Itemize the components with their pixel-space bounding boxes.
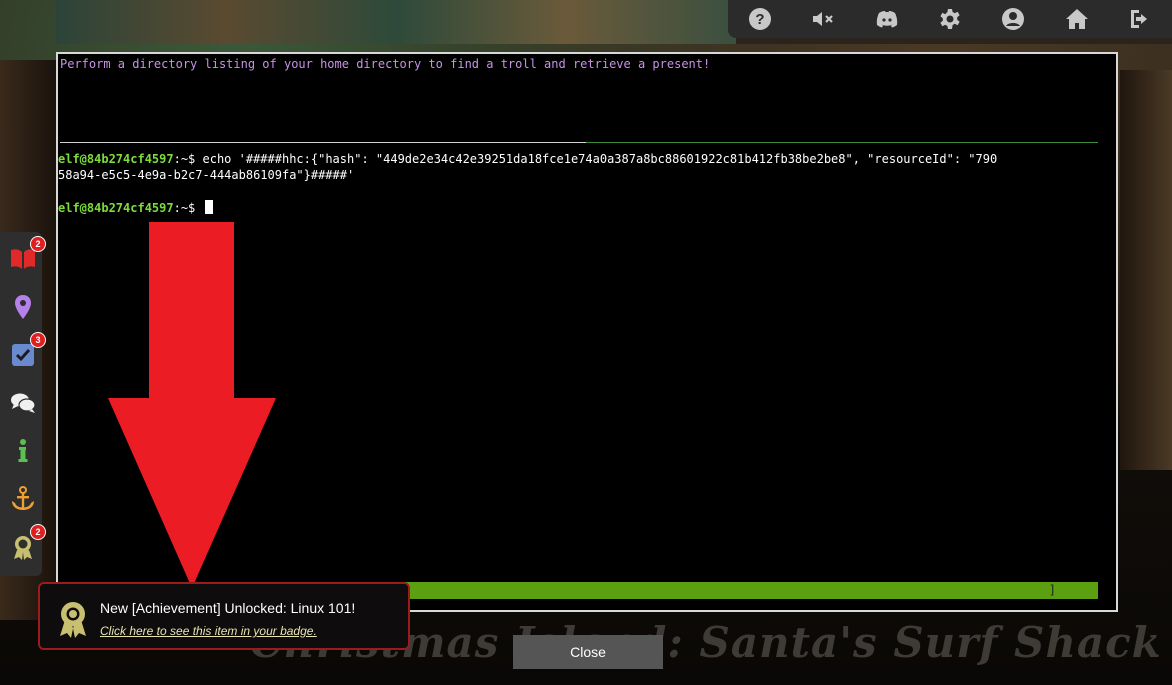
terminal-divider-green bbox=[586, 142, 1098, 143]
terminal-input-line[interactable]: elf@84b274cf4597:~$ bbox=[58, 200, 213, 216]
sidebar-item-map[interactable] bbox=[6, 290, 40, 324]
user-icon bbox=[1002, 8, 1025, 30]
terminal-command-wrap: 58a94-e5c5-4e9a-b2c7-444ab86109fa"}#####… bbox=[58, 168, 355, 182]
sidebar-item-book[interactable]: 2 bbox=[6, 236, 46, 276]
home-button[interactable] bbox=[1059, 3, 1095, 35]
sidebar-item-info[interactable] bbox=[6, 434, 40, 468]
close-button[interactable]: Close bbox=[513, 635, 663, 669]
prompt-suffix: :~$ bbox=[173, 152, 203, 166]
logout-icon bbox=[1131, 10, 1148, 28]
prompt-user: elf@84b274cf4597 bbox=[58, 201, 174, 215]
terminal-divider bbox=[60, 142, 586, 143]
background-right-wall bbox=[1120, 70, 1172, 470]
badge-count: 3 bbox=[30, 332, 46, 348]
badge-count: 2 bbox=[30, 524, 46, 540]
sidebar-item-achievements[interactable]: 2 bbox=[6, 524, 46, 564]
logout-button[interactable] bbox=[1122, 3, 1158, 35]
top-toolbar: ? bbox=[728, 0, 1172, 38]
achievement-medal-icon bbox=[60, 602, 86, 638]
sidebar-item-chat[interactable] bbox=[6, 386, 40, 420]
svg-text:?: ? bbox=[755, 11, 764, 28]
mute-icon bbox=[813, 12, 833, 26]
location-pin-icon bbox=[15, 295, 31, 319]
sidebar-item-objectives[interactable]: 3 bbox=[6, 332, 46, 372]
terminal-objective: Perform a directory listing of your home… bbox=[60, 57, 711, 71]
left-sidebar: 2 3 2 bbox=[0, 232, 46, 576]
prompt-suffix: :~$ bbox=[173, 201, 203, 215]
discord-icon bbox=[876, 11, 897, 28]
home-icon bbox=[1065, 9, 1088, 29]
anchor-icon bbox=[12, 486, 34, 510]
help-icon: ? bbox=[748, 8, 771, 30]
progress-bracket: ] bbox=[1048, 583, 1056, 597]
prompt-user: elf@84b274cf4597 bbox=[58, 152, 174, 166]
sidebar-item-anchor[interactable] bbox=[6, 482, 40, 516]
chat-icon bbox=[11, 393, 36, 413]
help-button[interactable]: ? bbox=[742, 3, 778, 35]
settings-button[interactable] bbox=[932, 3, 968, 35]
mute-button[interactable] bbox=[805, 3, 841, 35]
toast-title: New [Achievement] Unlocked: Linux 101! bbox=[100, 600, 356, 616]
discord-button[interactable] bbox=[869, 3, 905, 35]
terminal-cursor bbox=[204, 200, 213, 214]
badge-count: 2 bbox=[30, 236, 46, 252]
achievement-toast[interactable]: New [Achievement] Unlocked: Linux 101! C… bbox=[38, 582, 410, 650]
red-down-arrow bbox=[108, 222, 276, 588]
profile-button[interactable] bbox=[995, 3, 1031, 35]
command-text: echo '#####hhc:{"hash": "449de2e34c42e39… bbox=[202, 152, 998, 166]
terminal-command-line: elf@84b274cf4597:~$ echo '#####hhc:{"has… bbox=[58, 152, 997, 167]
info-icon bbox=[18, 439, 28, 462]
toast-badge-link[interactable]: Click here to see this item in your badg… bbox=[100, 624, 317, 638]
background-top-strip bbox=[56, 0, 736, 44]
gear-icon bbox=[940, 9, 960, 29]
